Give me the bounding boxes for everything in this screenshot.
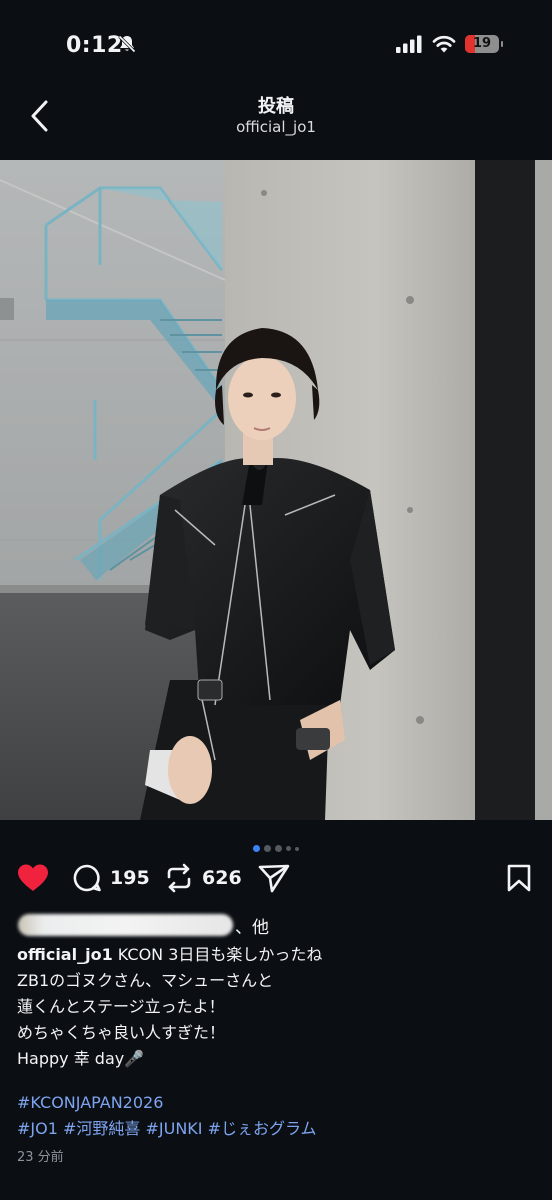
liked-by[interactable]: 、他	[18, 912, 269, 938]
liked-by-redacted	[18, 914, 233, 936]
caption-line: Happy 幸 day🎤	[17, 1049, 145, 1068]
repost-count: 626	[202, 867, 242, 889]
account-username[interactable]: official_jo1	[0, 118, 552, 136]
carousel-dot	[275, 845, 282, 852]
caption-username[interactable]: official_jo1	[17, 945, 113, 964]
heart-filled-icon	[18, 864, 48, 891]
caption-line: official_jo1 KCON 3日目も楽しかったね	[17, 942, 537, 968]
comment-bubble-icon	[73, 864, 101, 892]
caption-text: KCON 3日目も楽しかったね	[112, 945, 323, 964]
like-button[interactable]	[16, 862, 50, 894]
hashtags[interactable]: #KCONJAPAN2026 #JO1 #河野純喜 #JUNKI #じぇおグラム	[17, 1090, 537, 1142]
wifi-icon	[432, 35, 456, 53]
carousel-indicator	[0, 838, 552, 857]
battery-indicator: 19	[465, 35, 503, 53]
post-timestamp: 23 分前	[17, 1150, 64, 1165]
caption-line: 蓮くんとステージ立ったよ！	[17, 997, 225, 1016]
carousel-dot-active	[253, 845, 260, 852]
carousel-dot	[295, 846, 299, 851]
caption-line: ZB1のゴヌクさん、マシューさんと	[17, 971, 274, 990]
bookmark-icon	[507, 864, 531, 892]
page-title: 投稿	[258, 96, 294, 117]
comment-count: 195	[110, 867, 150, 889]
status-time: 0:12	[66, 33, 123, 58]
bell-muted-icon	[118, 35, 136, 53]
post-image[interactable]	[0, 160, 552, 820]
send-icon	[258, 864, 290, 893]
post-photo	[0, 160, 552, 820]
repost-button[interactable]: 626	[164, 862, 242, 894]
post-caption: official_jo1 KCON 3日目も楽しかったね ZB1のゴヌクさん、マ…	[17, 942, 537, 1072]
save-button[interactable]	[506, 862, 532, 894]
hashtag-line[interactable]: #JO1 #河野純喜 #JUNKI #じぇおグラム	[17, 1116, 537, 1142]
repost-icon	[167, 863, 191, 893]
carousel-dot	[286, 846, 291, 851]
battery-level: 19	[472, 36, 492, 51]
liked-by-others: 、他	[235, 917, 269, 938]
caption-line: めちゃくちゃ良い人すぎた！	[17, 1023, 226, 1042]
share-button[interactable]	[258, 862, 290, 894]
post-header: 投稿 official_jo1	[0, 88, 552, 160]
comment-button[interactable]: 195	[72, 862, 150, 894]
action-bar: 195 626	[0, 858, 552, 900]
carousel-dot	[264, 845, 271, 852]
status-bar: 0:12 19	[0, 0, 552, 88]
signal-icon	[396, 35, 422, 53]
hashtag-line[interactable]: #KCONJAPAN2026	[17, 1090, 537, 1116]
